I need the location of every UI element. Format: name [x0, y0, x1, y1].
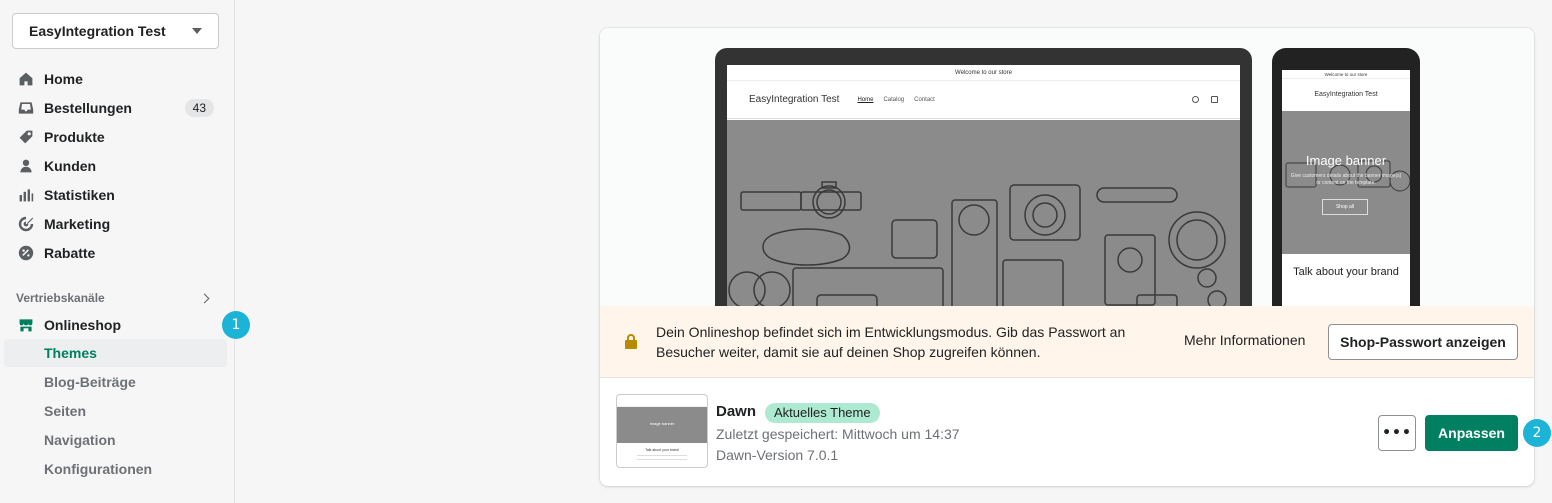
sidebar-sub-pages[interactable]: Seiten	[4, 397, 227, 425]
nav-item-orders[interactable]: Bestellungen 43	[0, 93, 235, 122]
nav-item-label: Marketing	[44, 215, 111, 232]
desktop-preview-frame: Welcome to our store EasyIntegration Tes…	[715, 48, 1252, 306]
chevron-right-icon	[199, 293, 210, 303]
nav-item-customers[interactable]: Kunden	[0, 151, 235, 180]
cart-icon	[1211, 96, 1218, 103]
inbox-icon	[18, 100, 34, 116]
mobile-announcement-bar: Welcome to our store	[1282, 70, 1410, 79]
thumb-banner-title: Image banner	[649, 421, 675, 426]
sidebar-sub-navigation[interactable]: Navigation	[4, 426, 227, 454]
online-store-label: Onlineshop	[44, 317, 121, 333]
nav-item-discounts[interactable]: Rabatte	[0, 238, 235, 267]
desktop-preview-screen: Welcome to our store EasyIntegration Tes…	[727, 65, 1240, 306]
mobile-banner-button: Shop all	[1322, 199, 1368, 215]
sales-channels-label: Vertriebskanäle	[16, 291, 105, 305]
theme-thumbnail: Image banner Talk about your brand	[616, 394, 708, 468]
lock-icon	[624, 333, 638, 349]
main-nav: Home Bestellungen 43 Produkte Kunden Sta…	[0, 64, 235, 267]
current-theme-badge: Aktuelles Theme	[765, 403, 880, 423]
nav-item-label: Home	[44, 70, 83, 87]
mobile-banner-image: Image banner Give customers details abou…	[1282, 111, 1410, 254]
mobile-store-header: EasyIntegration Test	[1282, 79, 1410, 111]
store-nav-catalog: Catalog	[883, 96, 905, 103]
mobile-banner-title: Image banner	[1305, 153, 1387, 168]
store-header: EasyIntegration Test Home Catalog Contac…	[727, 81, 1240, 119]
show-password-button[interactable]: Shop-Passwort anzeigen	[1328, 324, 1518, 360]
mobile-preview-frame: Welcome to our store EasyIntegration Tes…	[1272, 48, 1420, 306]
step-marker-1: 1	[222, 311, 250, 339]
mobile-talk-heading: Talk about your brand	[1293, 266, 1399, 278]
home-icon	[18, 71, 34, 87]
customize-button[interactable]: Anpassen	[1425, 415, 1518, 451]
tag-icon	[18, 129, 34, 145]
thumb-line	[637, 459, 687, 460]
sales-channels-header[interactable]: Vertriebskanäle	[16, 290, 216, 306]
nav-item-online-store[interactable]: Onlineshop	[0, 311, 235, 339]
current-theme-card: Welcome to our store EasyIntegration Tes…	[600, 28, 1534, 486]
nav-item-analytics[interactable]: Statistiken	[0, 180, 235, 209]
theme-version: Dawn-Version 7.0.1	[716, 447, 839, 463]
person-icon	[18, 158, 34, 174]
theme-preview: Welcome to our store EasyIntegration Tes…	[600, 28, 1534, 306]
more-actions-button[interactable]: •••	[1378, 415, 1416, 451]
store-brand: EasyIntegration Test	[749, 94, 840, 105]
nav-item-label: Produkte	[44, 128, 105, 145]
caret-down-icon	[192, 28, 202, 34]
desktop-banner-image	[727, 120, 1240, 306]
store-nav-home: Home	[857, 96, 874, 103]
nav-item-label: Statistiken	[44, 186, 115, 203]
mobile-preview-screen: Welcome to our store EasyIntegration Tes…	[1282, 70, 1410, 306]
discount-icon	[18, 245, 34, 261]
step-marker-2: 2	[1523, 419, 1551, 447]
theme-name: Dawn	[716, 403, 757, 420]
thumb-line	[637, 455, 687, 456]
sidebar: EasyIntegration Test Home Bestellungen 4…	[0, 0, 235, 503]
mobile-banner-text: Give customers details about the banner …	[1290, 173, 1402, 186]
search-icon	[1192, 96, 1199, 103]
dev-mode-message: Dein Onlineshop befindet sich im Entwick…	[656, 324, 1126, 360]
orders-count-badge: 43	[184, 98, 214, 117]
nav-item-products[interactable]: Produkte	[0, 122, 235, 151]
sidebar-sub-preferences[interactable]: Konfigurationen	[4, 455, 227, 483]
store-icon	[18, 317, 34, 333]
thumb-banner: Image banner	[617, 407, 707, 443]
theme-last-saved: Zuletzt gespeichert: Mittwoch um 14:37	[716, 426, 960, 442]
nav-item-label: Kunden	[44, 157, 97, 174]
target-icon	[18, 216, 34, 232]
more-info-link[interactable]: Mehr Informationen	[1184, 332, 1305, 348]
nav-item-home[interactable]: Home	[0, 64, 235, 93]
store-nav-contact: Contact	[914, 96, 935, 103]
nav-item-label: Rabatte	[44, 244, 96, 261]
bar-chart-icon	[18, 187, 34, 203]
announcement-bar: Welcome to our store	[727, 65, 1240, 81]
thumb-header	[617, 395, 707, 407]
store-name: EasyIntegration Test	[29, 23, 166, 39]
mobile-store-brand: EasyIntegration Test	[1314, 91, 1378, 98]
dev-mode-notice: Dein Onlineshop befindet sich im Entwick…	[600, 306, 1534, 378]
sidebar-sub-themes[interactable]: Themes	[4, 339, 227, 367]
thumb-welcome: Talk about your brand	[645, 448, 679, 452]
nav-item-label: Bestellungen	[44, 99, 132, 116]
current-theme-row: Image banner Talk about your brand Dawn …	[600, 379, 1534, 486]
store-selector[interactable]: EasyIntegration Test	[12, 13, 219, 49]
nav-item-marketing[interactable]: Marketing	[0, 209, 235, 238]
sidebar-sub-blog-posts[interactable]: Blog-Beiträge	[4, 368, 227, 396]
